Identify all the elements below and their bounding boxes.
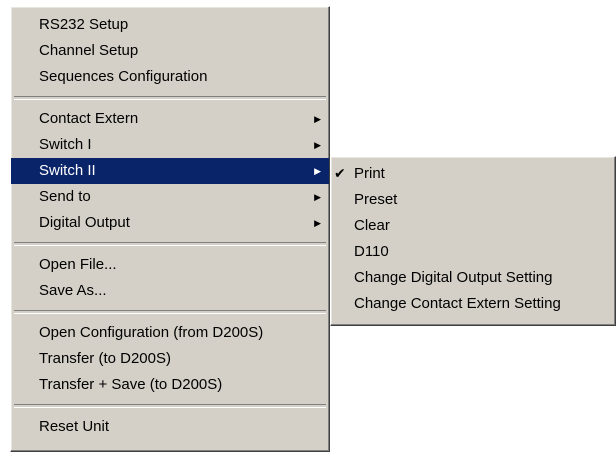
menu-item-label: Switch II	[39, 162, 96, 179]
menu-item-send-to[interactable]: Send to ▶	[11, 184, 329, 210]
main-context-menu: RS232 Setup Channel Setup Sequences Conf…	[10, 6, 330, 452]
menu-item-label: Transfer + Save (to D200S)	[39, 376, 223, 393]
menu-item-label: Digital Output	[39, 214, 130, 231]
submenu-item-change-digital-output-setting[interactable]: Change Digital Output Setting	[331, 265, 615, 291]
arrow-right-icon: ▶	[314, 192, 321, 202]
menu-item-channel-setup[interactable]: Channel Setup	[11, 38, 329, 64]
submenu-item-print[interactable]: ✔ Print	[331, 161, 615, 187]
submenu-item-preset[interactable]: Preset	[331, 187, 615, 213]
menu-item-label: Change Contact Extern Setting	[354, 295, 561, 312]
menu-item-label: Reset Unit	[39, 418, 110, 435]
arrow-right-icon: ▶	[314, 166, 321, 176]
submenu-item-change-contact-extern-setting[interactable]: Change Contact Extern Setting	[331, 291, 615, 317]
menu-item-label: Transfer (to D200S)	[39, 350, 171, 367]
menu-item-open-configuration[interactable]: Open Configuration (from D200S)	[11, 320, 329, 346]
menu-item-sequences-configuration[interactable]: Sequences Configuration	[11, 64, 329, 90]
menu-item-reset-unit[interactable]: Reset Unit	[11, 414, 329, 440]
menu-item-label: Switch I	[39, 136, 92, 153]
menu-item-rs232-setup[interactable]: RS232 Setup	[11, 12, 329, 38]
menu-separator	[14, 96, 326, 100]
menu-item-label: Preset	[354, 191, 398, 208]
menu-item-label: Clear	[354, 217, 390, 234]
menu-item-transfer[interactable]: Transfer (to D200S)	[11, 346, 329, 372]
menu-separator	[14, 404, 326, 408]
menu-item-label: Contact Extern	[39, 110, 139, 127]
switch-ii-submenu: ✔ Print Preset Clear D110 Change Digital …	[330, 156, 616, 326]
arrow-right-icon: ▶	[314, 114, 321, 124]
menu-item-label: Print	[354, 165, 385, 182]
checkmark-icon: ✔	[334, 166, 346, 182]
menu-item-label: RS232 Setup	[39, 16, 129, 33]
menu-item-label: Change Digital Output Setting	[354, 269, 553, 286]
arrow-right-icon: ▶	[314, 140, 321, 150]
menu-item-contact-extern[interactable]: Contact Extern ▶	[11, 106, 329, 132]
menu-item-switch-ii[interactable]: Switch II ▶	[11, 158, 329, 184]
submenu-item-clear[interactable]: Clear	[331, 213, 615, 239]
menu-item-label: Sequences Configuration	[39, 68, 208, 85]
menu-item-switch-i[interactable]: Switch I ▶	[11, 132, 329, 158]
menu-item-label: Channel Setup	[39, 42, 139, 59]
submenu-item-d110[interactable]: D110	[331, 239, 615, 265]
menu-item-transfer-save[interactable]: Transfer + Save (to D200S)	[11, 372, 329, 398]
menu-item-label: Open Configuration (from D200S)	[39, 324, 264, 341]
menu-separator	[14, 310, 326, 314]
menu-item-label: Save As...	[39, 282, 107, 299]
menu-item-label: Send to	[39, 188, 91, 205]
menu-item-label: Open File...	[39, 256, 117, 273]
arrow-right-icon: ▶	[314, 218, 321, 228]
menu-item-digital-output[interactable]: Digital Output ▶	[11, 210, 329, 236]
menu-separator	[14, 242, 326, 246]
menu-item-label: D110	[354, 243, 389, 260]
menu-item-open-file[interactable]: Open File...	[11, 252, 329, 278]
menu-item-save-as[interactable]: Save As...	[11, 278, 329, 304]
